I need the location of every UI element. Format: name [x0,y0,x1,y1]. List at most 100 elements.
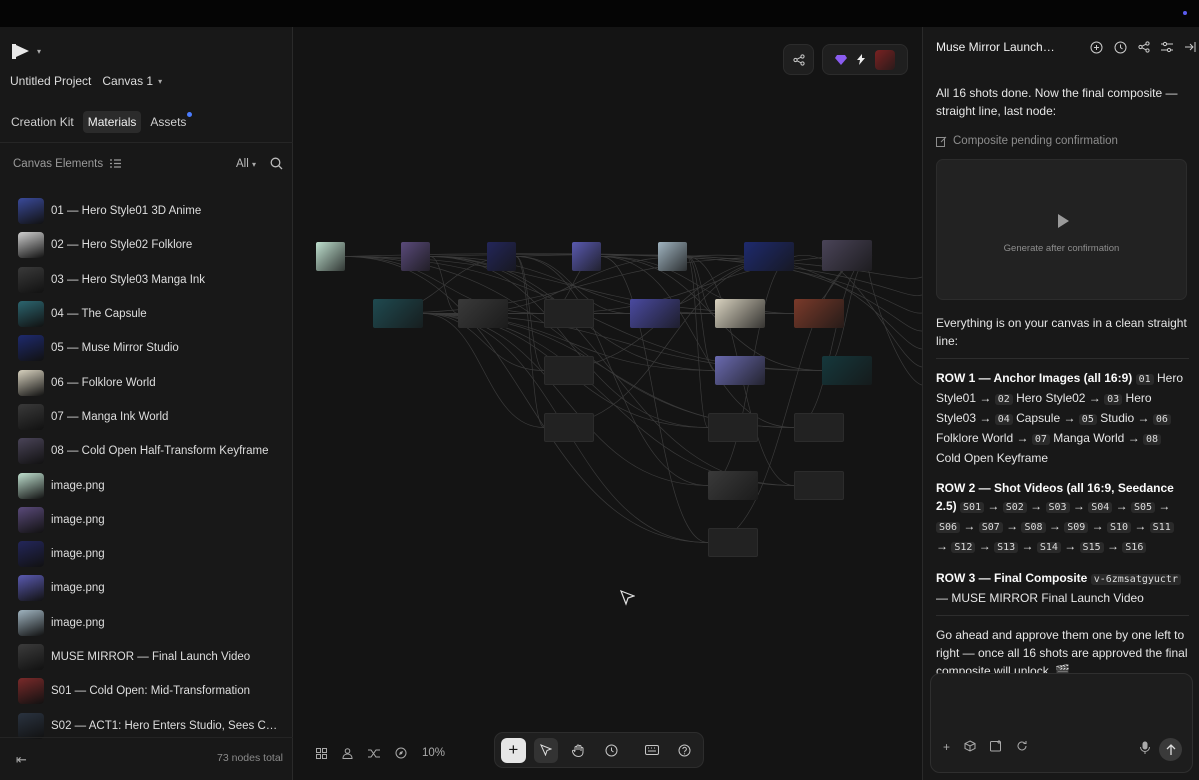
image-node[interactable] [708,471,758,500]
list-item[interactable]: image.png [18,537,288,571]
select-tool-button[interactable] [533,737,559,763]
gem-icon [835,54,847,65]
image-node[interactable] [316,242,345,271]
shuffle-icon[interactable] [368,748,380,759]
app-menu[interactable]: ▾ [12,44,41,59]
node-links [344,253,922,543]
project-row: Untitled Project Canvas 1 ▾ [10,74,162,88]
list-view-icon[interactable] [110,159,122,168]
collapse-panel-icon[interactable]: ⇤ [16,752,27,768]
refresh-icon[interactable] [1016,740,1028,752]
filter-dropdown[interactable]: All ▾ [236,158,256,170]
status-dot [1183,11,1187,15]
shot-code: S15 [1079,542,1104,553]
list-item[interactable]: S01 — Cold Open: Mid-Transformation [18,674,288,708]
add-node-button[interactable]: + [501,737,526,763]
chat-input[interactable]: + [930,673,1193,773]
microphone-icon[interactable] [1140,741,1150,754]
credits-panel[interactable] [822,44,908,75]
element-thumbnail [18,644,44,670]
canvas-selector[interactable]: Canvas 1 ▾ [102,74,162,88]
list-item[interactable]: 05 — Muse Mirror Studio [18,331,288,365]
list-item[interactable]: 06 — Folklore World [18,365,288,399]
image-node[interactable] [630,299,680,328]
image-node[interactable] [822,240,872,271]
image-add-icon[interactable] [990,740,1002,752]
element-thumbnail [18,609,44,636]
project-name[interactable]: Untitled Project [10,74,91,88]
canvas-toolbar: + [494,732,704,768]
element-label: 04 — The Capsule [51,308,147,321]
chat-title: Muse Mirror Launch Final Video [936,40,1058,54]
row3-summary: ROW 3 — Final Composite v-6zmsatgyuctr —… [936,569,1189,607]
image-node[interactable] [401,242,430,271]
keyboard-button[interactable] [640,738,665,763]
pending-video-node[interactable] [544,299,594,328]
chat-messages: All 16 shots done. Now the final composi… [936,84,1189,692]
list-item[interactable]: 03 — Hero Style03 Manga Ink [18,263,288,297]
image-node[interactable] [822,356,872,385]
shot-code: S02 [1002,502,1027,513]
list-item[interactable]: MUSE MIRROR — Final Launch Video [18,640,288,674]
list-item[interactable]: 07 — Manga Ink World [18,400,288,434]
zoom-level[interactable]: 10% [422,747,445,759]
generate-note: Generate after confirmation [1003,243,1120,254]
image-node[interactable] [373,299,423,328]
pending-video-node[interactable] [794,471,844,500]
pending-video-node[interactable] [544,356,594,385]
tab-materials[interactable]: Materials [82,111,142,133]
add-attachment-icon[interactable]: + [943,740,950,754]
list-item[interactable]: 08 — Cold Open Half-Transform Keyframe [18,434,288,468]
search-icon[interactable] [270,157,283,170]
element-label: 07 — Manga Ink World [51,410,169,423]
image-node[interactable] [715,299,765,328]
image-node[interactable] [744,242,794,271]
help-button[interactable] [672,738,697,763]
send-button[interactable] [1159,738,1182,761]
shot-code: S09 [1064,522,1089,533]
element-thumbnail [18,335,44,362]
canvas[interactable]: 10% + [294,27,922,780]
image-node[interactable] [794,299,844,328]
pending-video-node[interactable] [708,528,758,557]
history-icon[interactable] [1114,41,1127,54]
pending-video-node[interactable] [794,413,844,442]
settings-sliders-icon[interactable] [1161,41,1173,53]
pending-video-node[interactable] [544,413,594,442]
hand-tool-button[interactable] [566,738,591,763]
list-item[interactable]: image.png [18,468,288,502]
list-item[interactable]: 04 — The Capsule [18,297,288,331]
image-node[interactable] [487,242,516,271]
cube-icon[interactable] [964,740,976,752]
avatar[interactable] [875,49,895,70]
shot-code: S10 [1106,522,1131,533]
share-icon[interactable] [1138,40,1150,53]
image-node[interactable] [572,242,601,271]
list-item[interactable]: image.png [18,503,288,537]
image-node[interactable] [715,356,765,385]
tab-assets[interactable]: Assets [145,111,193,133]
element-thumbnail [18,575,44,602]
exit-panel-icon[interactable] [1184,41,1196,53]
element-label: 01 — Hero Style01 3D Anime [51,205,202,218]
image-node[interactable] [458,299,508,328]
history-button[interactable] [599,738,624,763]
element-thumbnail [18,541,44,568]
pending-video-node[interactable] [708,413,758,442]
element-label: 05 — Muse Mirror Studio [51,342,179,355]
image-node[interactable] [658,242,687,271]
anchor-code: 08 [1143,434,1162,445]
list-item[interactable]: 02 — Hero Style02 Folklore [18,228,288,262]
new-chat-icon[interactable] [1090,41,1103,54]
composite-video-preview[interactable]: Generate after confirmation [936,159,1187,300]
grid-icon[interactable] [316,747,327,759]
list-item[interactable]: image.png [18,606,288,640]
share-canvas-button[interactable] [783,44,814,75]
element-thumbnail [18,506,44,533]
compass-icon[interactable] [395,747,407,759]
list-item[interactable]: 01 — Hero Style01 3D Anime [18,194,288,228]
list-item[interactable]: image.png [18,571,288,605]
tab-creation-kit[interactable]: Creation Kit [6,111,79,133]
person-icon[interactable] [342,747,353,759]
node-link [867,254,922,386]
